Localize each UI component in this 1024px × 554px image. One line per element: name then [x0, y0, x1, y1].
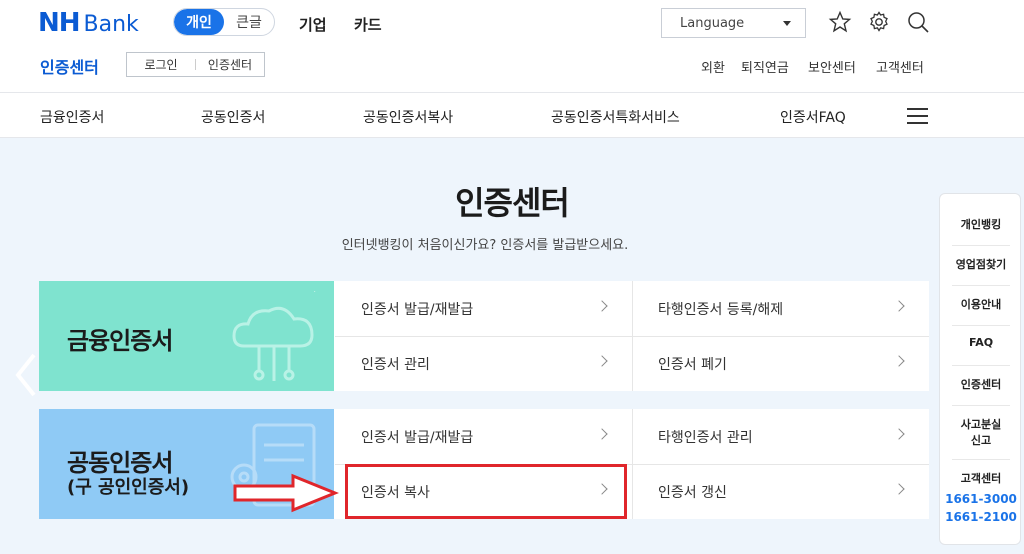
fc-other-bank-label: 타행인증서 등록/해제 — [658, 301, 784, 318]
sub-buttons: 로그인 인증센터 — [126, 52, 265, 77]
jc-renew-label: 인증서 갱신 — [658, 484, 727, 501]
toggle-large-font[interactable]: 큰글 — [224, 9, 274, 35]
highlight-box — [345, 464, 627, 519]
quick-loss-report[interactable]: 사고분실 신고 — [940, 416, 1022, 448]
fc-manage-label: 인증서 관리 — [361, 356, 430, 373]
quick-personal-banking[interactable]: 개인뱅킹 — [940, 216, 1022, 232]
cloud-network-icon — [232, 291, 316, 381]
fc-manage-link[interactable]: 인증서 관리 — [335, 336, 632, 391]
nav-financial-cert[interactable]: 금융인증서 — [40, 107, 104, 127]
divider — [952, 365, 1010, 366]
quick-loss-report-line2: 신고 — [970, 434, 992, 447]
util-security[interactable]: 보안센터 — [808, 57, 856, 76]
jc-other-bank-label: 타행인증서 관리 — [658, 429, 753, 446]
quick-faq[interactable]: FAQ — [940, 336, 1022, 349]
toggle-personal[interactable]: 개인 — [174, 9, 224, 35]
logo-bank: Bank — [83, 12, 139, 37]
joint-cert-subtitle: (구 공인인증서) — [67, 477, 190, 498]
financial-cert-title: 금융인증서 — [67, 327, 173, 355]
quick-find-branch[interactable]: 영업점찾기 — [940, 256, 1022, 272]
nav-joint-cert[interactable]: 공동인증서 — [201, 107, 265, 127]
gear-icon[interactable] — [867, 10, 891, 34]
quick-menu: 개인뱅킹 영업점찾기 이용안내 FAQ 인증센터 사고분실 신고 고객센터 16… — [939, 193, 1021, 545]
logo-nh: NH — [38, 8, 81, 38]
nav-cert-faq[interactable]: 인증서FAQ — [780, 107, 846, 127]
chevron-left-icon[interactable] — [14, 350, 38, 400]
login-button[interactable]: 로그인 — [127, 56, 195, 73]
nav-joint-cert-special[interactable]: 공동인증서특화서비스 — [551, 107, 680, 127]
language-select[interactable]: Language — [661, 8, 806, 38]
jc-other-bank-link[interactable]: 타행인증서 관리 — [632, 409, 929, 464]
fc-revoke-link[interactable]: 인증서 폐기 — [632, 336, 929, 391]
fc-issue-label: 인증서 발급/재발급 — [361, 301, 474, 318]
divider — [952, 325, 1010, 326]
divider — [632, 409, 633, 519]
caret-down-icon — [783, 21, 791, 26]
fc-issue-link[interactable]: 인증서 발급/재발급 — [335, 281, 632, 336]
financial-cert-banner: 금융인증서 — [39, 281, 334, 391]
quick-customer-center[interactable]: 고객센터 1661-3000 1661-2100 — [940, 470, 1022, 526]
language-label: Language — [680, 15, 745, 31]
fc-other-bank-link[interactable]: 타행인증서 등록/해제 — [632, 281, 929, 336]
financial-cert-card: 금융인증서 인증서 발급/재발급 타행인증서 등록/해제 인증서 관리 인증서 … — [39, 281, 929, 391]
quick-cert-center[interactable]: 인증센터 — [940, 376, 1022, 392]
divider — [632, 281, 633, 391]
chevron-right-icon — [893, 300, 905, 312]
link-corporate[interactable]: 기업 — [299, 14, 327, 35]
nav-joint-cert-copy[interactable]: 공동인증서복사 — [363, 107, 453, 127]
menu-icon[interactable] — [907, 108, 928, 124]
page-description: 인터넷뱅킹이 처음이신가요? 인증서를 발급받으세요. — [341, 238, 629, 253]
personal-largefont-toggle: 개인 큰글 — [173, 8, 275, 36]
phone-number[interactable]: 1661-2100 — [940, 508, 1022, 526]
jc-issue-label: 인증서 발급/재발급 — [361, 429, 474, 446]
divider — [952, 285, 1010, 286]
search-icon[interactable] — [906, 10, 930, 34]
page-title: 인증센터 — [455, 184, 570, 222]
divider — [952, 459, 1010, 460]
util-forex[interactable]: 외환 — [701, 57, 725, 76]
divider — [952, 405, 1010, 406]
divider — [952, 245, 1010, 246]
star-icon[interactable] — [828, 10, 852, 34]
chevron-right-icon — [596, 428, 608, 440]
quick-customer-center-label: 고객센터 — [960, 472, 1002, 485]
util-pension[interactable]: 퇴직연금 — [741, 57, 789, 76]
fc-revoke-label: 인증서 폐기 — [658, 356, 727, 373]
phone-number[interactable]: 1661-3000 — [940, 490, 1022, 508]
link-card[interactable]: 카드 — [354, 14, 382, 35]
quick-guide[interactable]: 이용안내 — [940, 296, 1022, 312]
jc-renew-link[interactable]: 인증서 갱신 — [632, 464, 929, 519]
global-nav: 금융인증서 공동인증서 공동인증서복사 공동인증서특화서비스 인증서FAQ — [0, 92, 1024, 138]
chevron-right-icon — [893, 428, 905, 440]
chevron-right-icon — [893, 355, 905, 367]
cert-center-title[interactable]: 인증센터 — [40, 54, 99, 78]
header: NH Bank 개인 큰글 기업 카드 Language 인증센터 로그인 인증… — [0, 0, 1024, 92]
arrow-right-icon — [233, 473, 339, 513]
chevron-right-icon — [596, 355, 608, 367]
chevron-right-icon — [596, 300, 608, 312]
util-customer[interactable]: 고객센터 — [876, 57, 924, 76]
nh-bank-logo[interactable]: NH Bank — [38, 8, 139, 38]
cert-center-button[interactable]: 인증센터 — [196, 56, 264, 73]
chevron-right-icon — [893, 483, 905, 495]
jc-issue-link[interactable]: 인증서 발급/재발급 — [335, 409, 632, 464]
quick-loss-report-line1: 사고분실 — [960, 418, 1002, 431]
